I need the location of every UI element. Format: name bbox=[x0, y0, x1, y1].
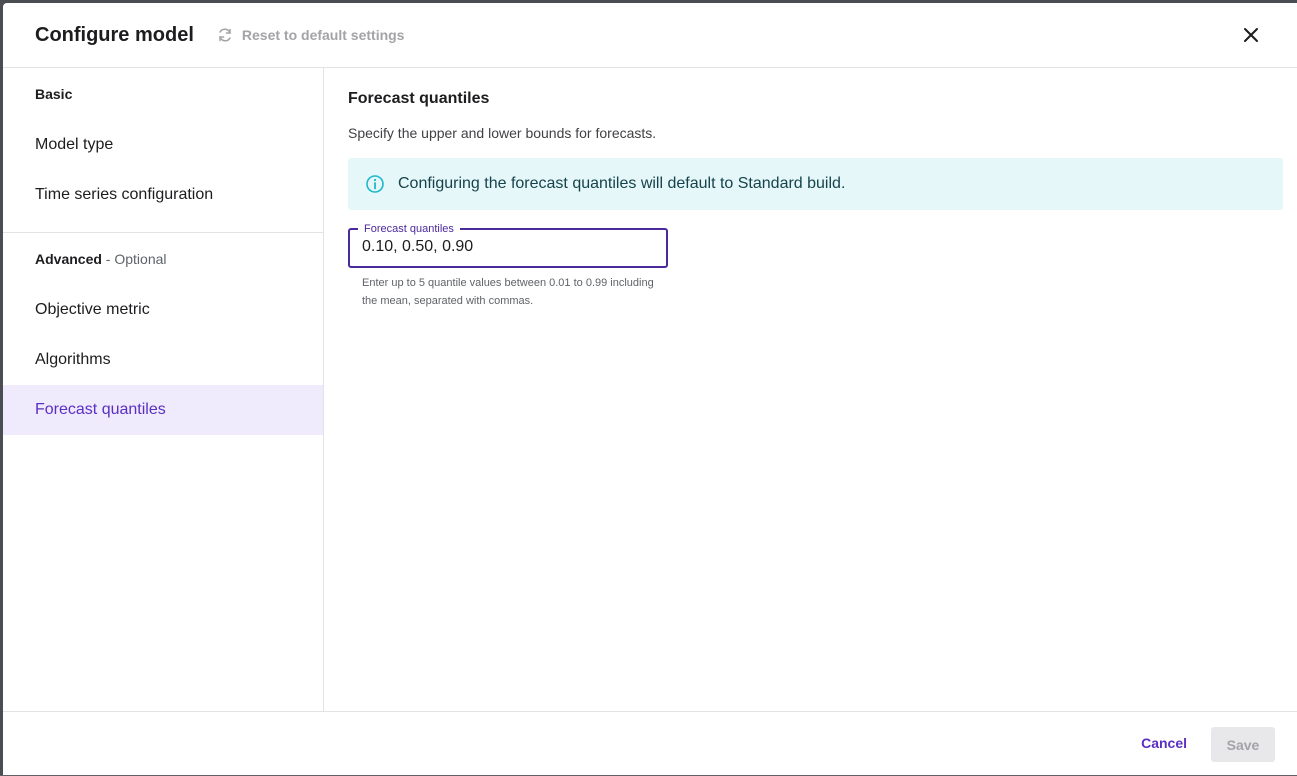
sidebar-item-time-series-configuration[interactable]: Time series configuration bbox=[3, 170, 323, 220]
optional-label: - Optional bbox=[101, 251, 167, 267]
cancel-button[interactable]: Cancel bbox=[1141, 735, 1187, 751]
sidebar-item-model-type[interactable]: Model type bbox=[3, 120, 323, 170]
close-icon bbox=[1244, 28, 1258, 42]
configure-model-dialog: Configure model Reset to default setting… bbox=[3, 3, 1297, 775]
dialog-title: Configure model bbox=[35, 23, 194, 46]
section-title: Forecast quantiles bbox=[348, 90, 490, 107]
sidebar-item-forecast-quantiles[interactable]: Forecast quantiles bbox=[3, 385, 323, 435]
refresh-icon bbox=[216, 26, 234, 44]
sidebar-item-objective-metric[interactable]: Objective metric bbox=[3, 285, 323, 335]
forecast-quantiles-field-label: Forecast quantiles bbox=[358, 222, 460, 236]
forecast-quantiles-field: Forecast quantiles bbox=[348, 222, 668, 268]
dialog-header: Configure model Reset to default setting… bbox=[3, 3, 1297, 68]
reset-defaults-label: Reset to default settings bbox=[241, 27, 405, 43]
forecast-quantiles-input[interactable] bbox=[362, 238, 652, 256]
info-alert-text: Configuring the forecast quantiles will … bbox=[398, 175, 846, 192]
info-icon bbox=[365, 174, 385, 194]
section-description: Specify the upper and lower bounds for f… bbox=[348, 125, 657, 141]
section-heading-advanced: Advanced - Optional bbox=[35, 251, 167, 267]
reset-defaults-button[interactable]: Reset to default settings bbox=[216, 26, 405, 44]
sidebar-item-algorithms[interactable]: Algorithms bbox=[3, 335, 323, 385]
settings-sidebar: Basic Model type Time series configurati… bbox=[3, 68, 324, 711]
info-alert: Configuring the forecast quantiles will … bbox=[348, 158, 1283, 210]
close-button[interactable] bbox=[1241, 25, 1261, 45]
save-button[interactable]: Save bbox=[1211, 727, 1275, 762]
dialog-footer: Cancel Save bbox=[3, 711, 1297, 776]
forecast-quantiles-helper-text: Enter up to 5 quantile values between 0.… bbox=[362, 277, 654, 307]
section-heading-basic: Basic bbox=[35, 86, 73, 102]
